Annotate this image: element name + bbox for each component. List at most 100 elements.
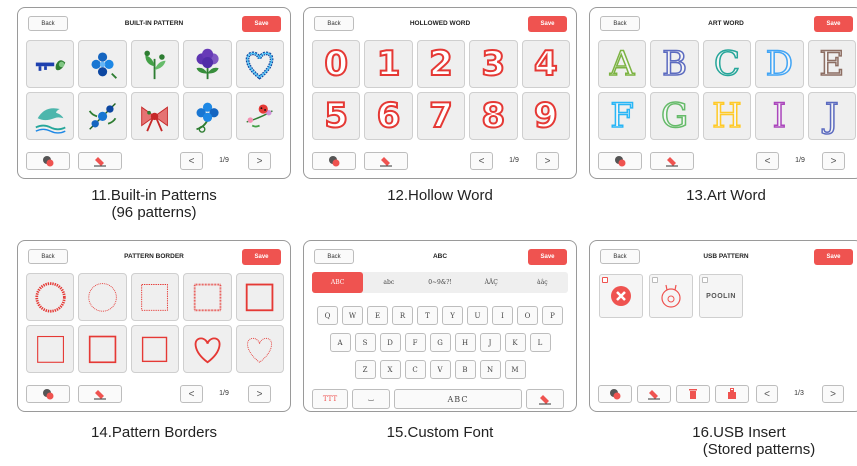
letter-tile[interactable]: A [598,40,647,88]
charset-tab[interactable]: ÀÂÇ [466,272,517,293]
letter-tile[interactable]: J [807,92,856,140]
border-tile[interactable] [183,273,232,321]
letter-key[interactable]: J [479,333,501,352]
digit-tile[interactable]: 9 [521,92,570,140]
usb-file-item[interactable] [649,274,693,318]
save-button[interactable]: Save [242,16,281,32]
letter-key[interactable]: F [404,333,426,352]
next-page-button[interactable]: > [248,152,271,170]
digit-tile[interactable]: 8 [469,92,518,140]
pattern-tile[interactable] [183,40,232,88]
letter-tile[interactable]: E [807,40,856,88]
letter-key[interactable]: K [504,333,526,352]
checkbox[interactable] [702,277,708,283]
letter-key[interactable]: R [392,306,413,325]
letter-tile[interactable]: G [650,92,699,140]
prev-page-button[interactable]: < [756,152,779,170]
letter-key[interactable]: B [454,360,476,379]
letter-key[interactable]: E [367,306,388,325]
eraser-button[interactable] [364,152,408,170]
border-tile[interactable] [235,325,284,373]
back-button[interactable]: Back [600,249,640,264]
back-button[interactable]: Back [28,249,68,264]
letter-key[interactable]: I [492,306,513,325]
pattern-tile[interactable] [235,92,284,140]
font-style-key[interactable]: TTT [312,389,348,409]
usb-import-button[interactable] [715,385,749,403]
letter-tile[interactable]: D [755,40,804,88]
letter-key[interactable]: D [379,333,401,352]
letter-key[interactable]: M [504,360,526,379]
border-tile[interactable] [26,273,75,321]
color-palette-button[interactable] [312,152,356,170]
charset-tab[interactable]: abc [363,272,414,293]
eraser-button[interactable] [78,152,122,170]
back-button[interactable]: Back [28,16,68,31]
pattern-tile[interactable] [78,40,127,88]
text-preview-field[interactable]: ABC [394,389,522,409]
letter-tile[interactable]: F [598,92,647,140]
letter-tile[interactable]: I [755,92,804,140]
prev-page-button[interactable]: < [180,385,203,403]
next-page-button[interactable]: > [822,385,844,403]
letter-tile[interactable]: B [650,40,699,88]
letter-key[interactable]: H [454,333,476,352]
letter-key[interactable]: O [517,306,538,325]
eraser-button[interactable] [637,385,671,403]
letter-tile[interactable]: H [702,92,752,140]
digit-tile[interactable]: 3 [469,40,518,88]
letter-tile[interactable]: C [702,40,752,88]
letter-key[interactable]: N [479,360,501,379]
letter-key[interactable]: T [417,306,438,325]
next-page-button[interactable]: > [822,152,845,170]
usb-file-item[interactable]: POOLIN [699,274,743,318]
pattern-tile[interactable] [78,92,127,140]
letter-key[interactable]: L [529,333,551,352]
checkbox[interactable] [652,277,658,283]
letter-key[interactable]: U [467,306,488,325]
charset-tab[interactable]: àâç [517,272,568,293]
save-button[interactable]: Save [528,16,567,32]
save-button[interactable]: Save [814,16,853,32]
letter-key[interactable]: W [342,306,363,325]
usb-file-item[interactable] [599,274,643,318]
digit-tile[interactable]: 4 [521,40,570,88]
eraser-button[interactable] [650,152,694,170]
digit-tile[interactable]: 7 [416,92,466,140]
space-key[interactable]: ⌴ [352,389,390,409]
border-tile[interactable] [78,325,127,373]
charset-tab[interactable]: 0~9&?! [414,272,465,293]
border-tile[interactable] [26,325,75,373]
save-button[interactable]: Save [814,249,853,265]
prev-page-button[interactable]: < [756,385,778,403]
color-palette-button[interactable] [26,152,70,170]
prev-page-button[interactable]: < [470,152,493,170]
letter-key[interactable]: X [379,360,401,379]
delete-button[interactable] [676,385,710,403]
pattern-tile[interactable] [130,92,180,140]
save-button[interactable]: Save [528,249,567,265]
digit-tile[interactable]: 0 [312,40,361,88]
digit-tile[interactable]: 2 [416,40,466,88]
pattern-tile[interactable] [26,40,75,88]
letter-key[interactable]: C [404,360,426,379]
next-page-button[interactable]: > [248,385,271,403]
pattern-tile[interactable] [235,40,284,88]
color-palette-button[interactable] [598,385,632,403]
next-page-button[interactable]: > [536,152,559,170]
eraser-button[interactable] [78,385,122,403]
color-palette-button[interactable] [26,385,70,403]
digit-tile[interactable]: 1 [364,40,413,88]
eraser-key[interactable] [526,389,564,409]
back-button[interactable]: Back [600,16,640,31]
border-tile[interactable] [183,325,232,373]
back-button[interactable]: Back [314,16,354,31]
digit-tile[interactable]: 5 [312,92,361,140]
back-button[interactable]: Back [314,249,354,264]
charset-tab[interactable]: ABC [312,272,364,293]
border-tile[interactable] [130,325,180,373]
letter-key[interactable]: V [429,360,451,379]
border-tile[interactable] [130,273,180,321]
letter-key[interactable]: A [329,333,351,352]
border-tile[interactable] [78,273,127,321]
